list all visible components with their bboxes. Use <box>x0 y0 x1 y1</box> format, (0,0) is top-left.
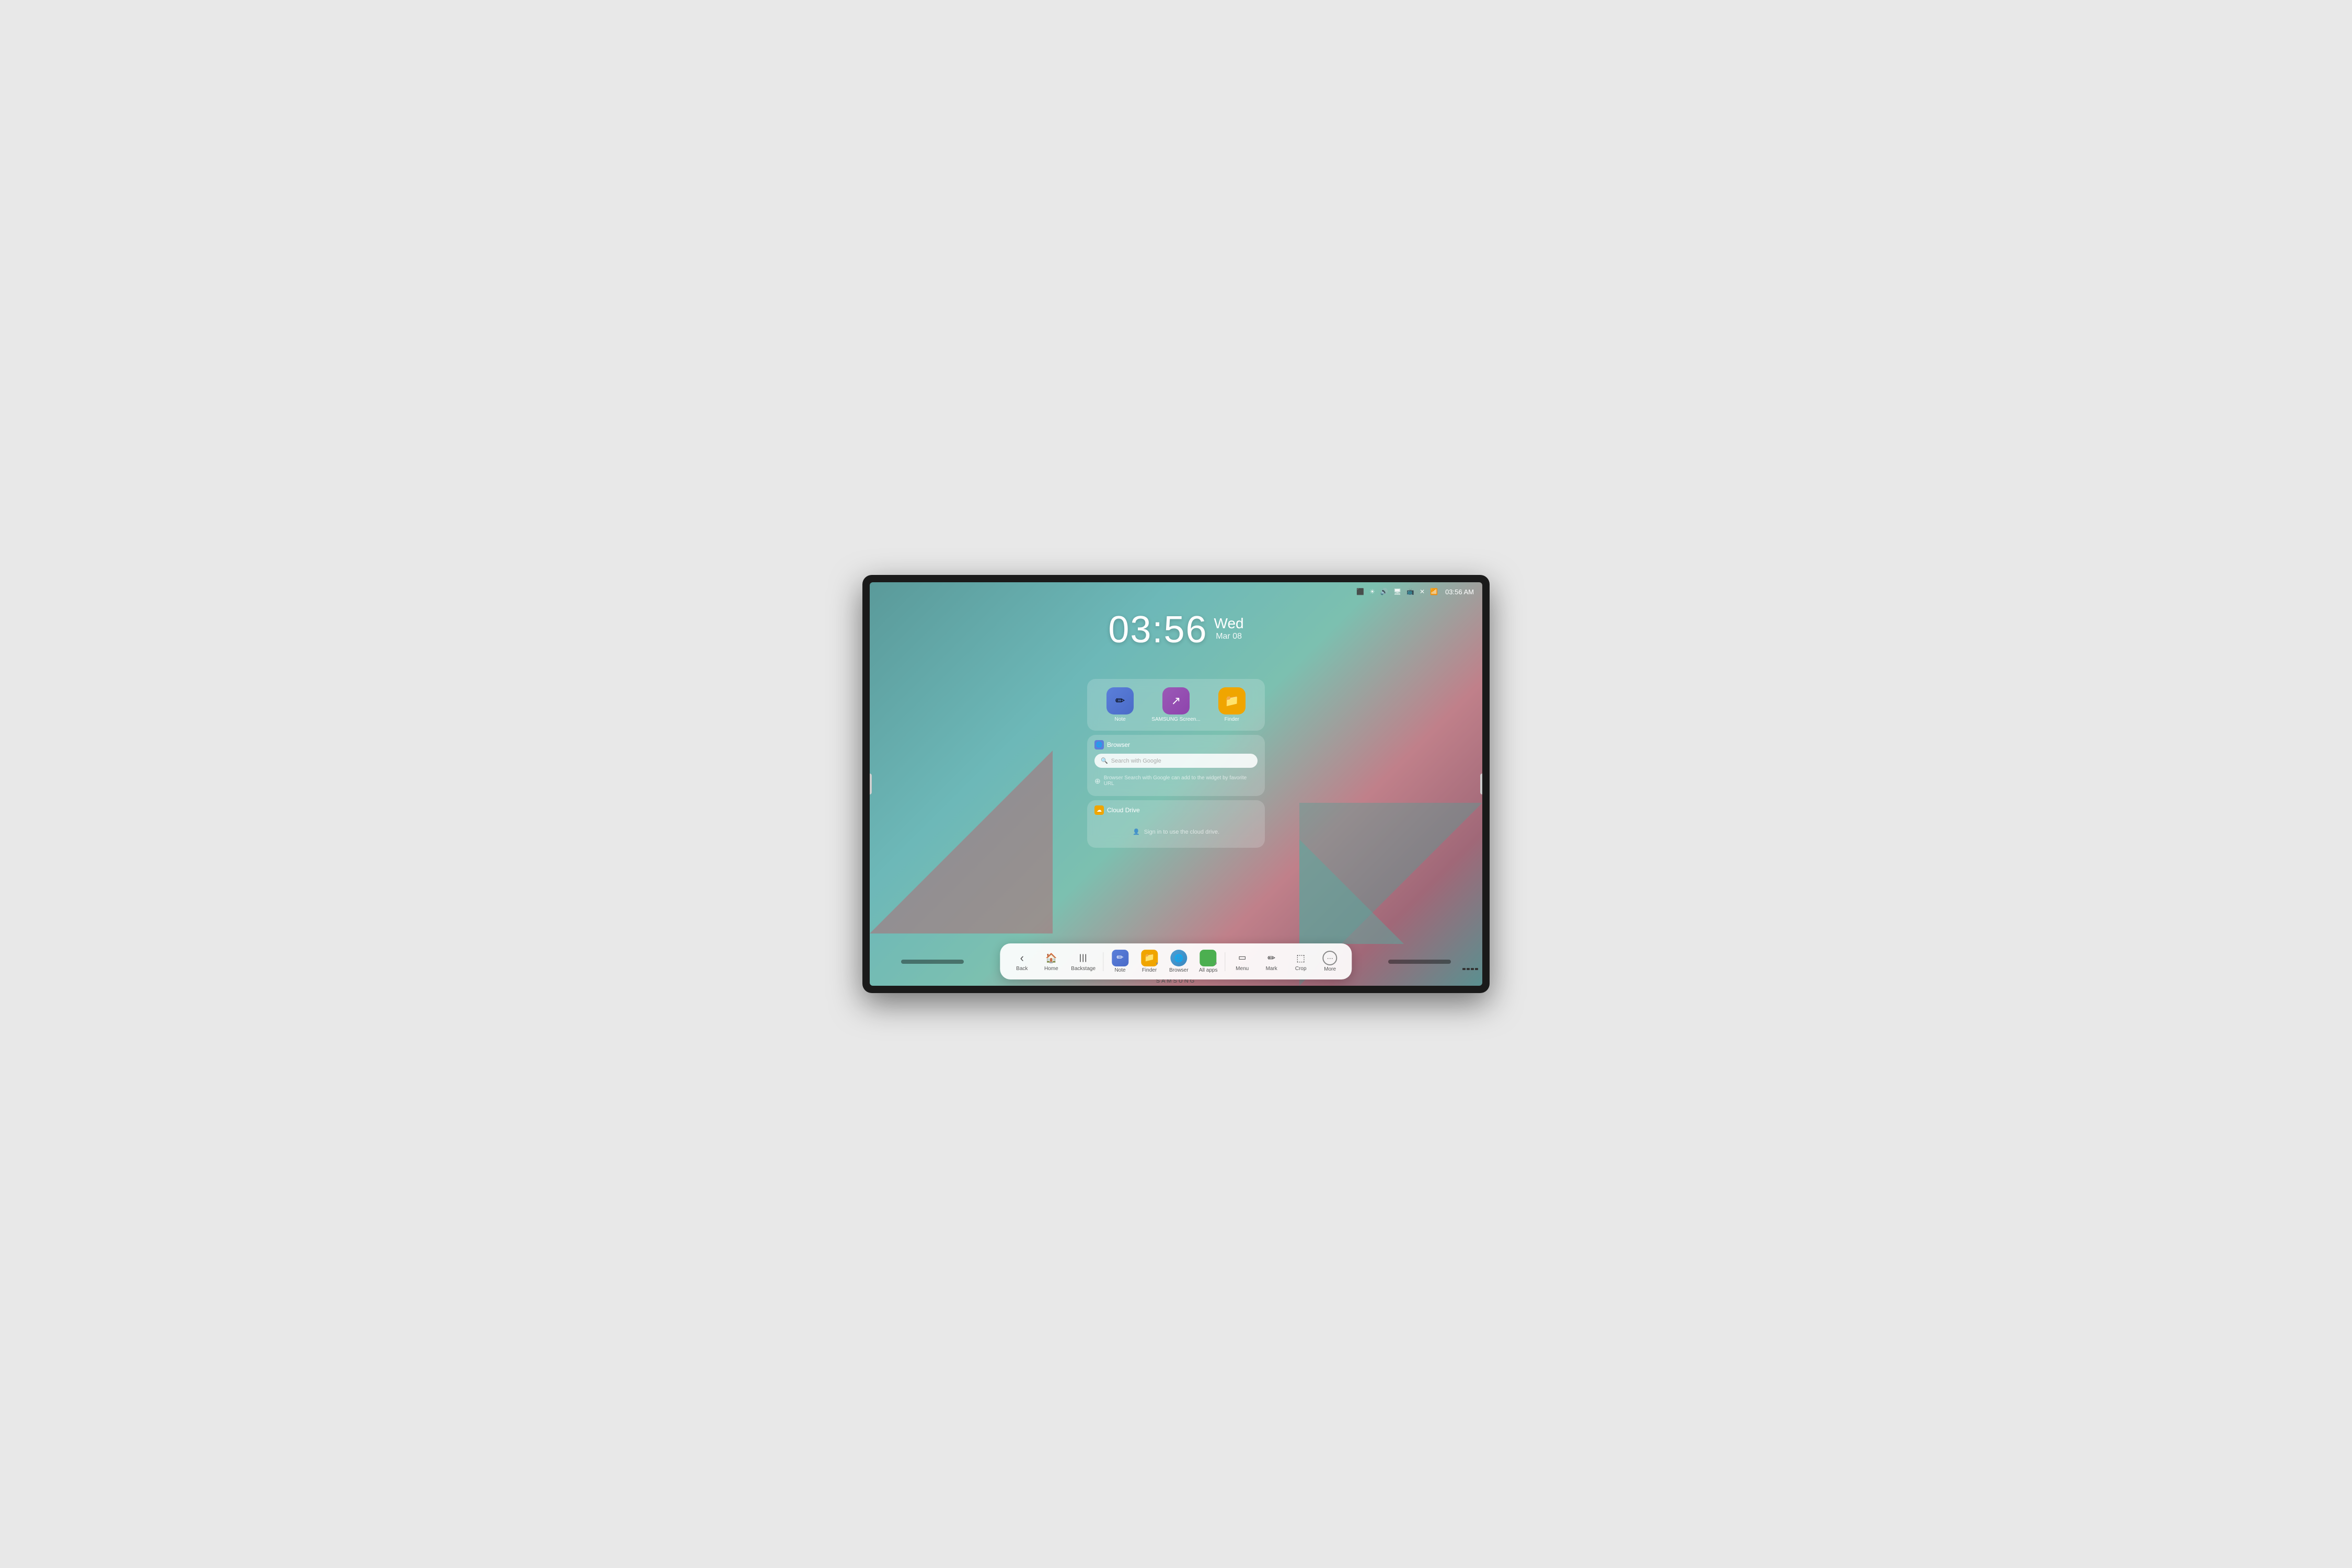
taskbar-more[interactable]: ··· More <box>1317 949 1344 974</box>
side-handle-left <box>870 774 872 794</box>
speaker-right <box>1388 960 1451 964</box>
taskbar-allapps[interactable]: ▼ All apps <box>1195 948 1222 975</box>
port-2 <box>1467 968 1470 970</box>
taskbar-crop[interactable]: ⬚ Crop <box>1287 949 1315 974</box>
port-3 <box>1471 968 1474 970</box>
app-samsung-screen[interactable]: ↗ SAMSUNG Screen... <box>1151 687 1200 722</box>
person-icon: 👤 <box>1133 828 1140 835</box>
ports-area <box>1462 968 1478 970</box>
back-icon: ‹ <box>1020 951 1024 965</box>
samsung-screen-icon: ↗ <box>1162 687 1190 714</box>
cloud-signin-text: Sign in to use the cloud drive. <box>1144 829 1219 835</box>
taskbar-menu[interactable]: ▭ Menu <box>1229 949 1256 974</box>
mark-taskbar-label: Mark <box>1266 966 1277 972</box>
network-blocked-icon[interactable]: ✕ <box>1420 588 1425 595</box>
app-finder[interactable]: 📁 Finder <box>1218 687 1246 722</box>
app-note[interactable]: ✏ Note <box>1106 687 1134 722</box>
cloud-widget-header: ☁ Cloud Drive <box>1094 805 1258 815</box>
port-4 <box>1475 968 1478 970</box>
taskbar-back[interactable]: ‹ Back <box>1008 949 1035 974</box>
cast-icon[interactable]: 📺 <box>1406 588 1414 595</box>
status-time: 03:56 AM <box>1445 588 1474 596</box>
status-bar: ⬛ ☀ 🔊 🖥 📺 ✕ 📶 03:56 AM <box>870 582 1482 601</box>
finder-taskbar-label: Finder <box>1142 967 1157 973</box>
tv-screen: ⬛ ☀ 🔊 🖥 📺 ✕ 📶 03:56 AM 03:56 Wed Mar 08 … <box>870 582 1482 986</box>
browser-taskbar-icon: 🌐 <box>1170 950 1187 966</box>
browser-search-bar[interactable]: 🔍 Search with Google <box>1094 754 1258 768</box>
crop-taskbar-label: Crop <box>1295 966 1307 972</box>
finder-dropdown-arrow: ▼ <box>1155 962 1159 966</box>
browser-hint-text: Browser Search with Google can add to th… <box>1104 775 1258 787</box>
browser-widget: 🌐 Browser 🔍 Search with Google ⊕ Browser… <box>1087 735 1265 796</box>
brightness-icon[interactable]: ☀ <box>1369 588 1375 595</box>
browser-widget-icon: 🌐 <box>1094 740 1104 750</box>
note-app-label: Note <box>1115 717 1126 722</box>
speaker-left <box>901 960 964 964</box>
search-placeholder: Search with Google <box>1111 758 1161 764</box>
tv-display: ⬛ ☀ 🔊 🖥 📺 ✕ 📶 03:56 AM 03:56 Wed Mar 08 … <box>862 575 1490 993</box>
browser-widget-title: Browser <box>1107 741 1130 748</box>
finder-app-label: Finder <box>1225 717 1239 722</box>
backstage-label: Backstage <box>1071 966 1096 972</box>
taskbar-browser[interactable]: 🌐 Browser <box>1165 948 1193 975</box>
taskbar: ‹ Back 🏠 Home ||| Backstage ✏ Note 📁 <box>1000 943 1352 979</box>
display-icon[interactable]: 🖥 <box>1393 588 1401 595</box>
more-taskbar-icon: ··· <box>1323 951 1338 965</box>
note-taskbar-label: Note <box>1114 967 1125 973</box>
samsung-screen-label: SAMSUNG Screen... <box>1151 717 1200 722</box>
taskbar-finder[interactable]: 📁 ▼ Finder <box>1136 948 1163 975</box>
backstage-icon: ||| <box>1079 951 1087 965</box>
home-icon: 🏠 <box>1045 951 1057 965</box>
taskbar-note[interactable]: ✏ Note <box>1106 948 1134 975</box>
browser-hint: ⊕ Browser Search with Google can add to … <box>1094 773 1258 789</box>
mark-taskbar-icon: ✏ <box>1267 951 1275 965</box>
cloud-widget-title: Cloud Drive <box>1107 806 1140 814</box>
crop-taskbar-icon: ⬚ <box>1296 951 1305 965</box>
more-taskbar-label: More <box>1324 966 1336 972</box>
taskbar-home[interactable]: 🏠 Home <box>1037 949 1065 974</box>
browser-taskbar-label: Browser <box>1169 967 1189 973</box>
menu-taskbar-label: Menu <box>1236 966 1249 972</box>
allapps-dropdown-arrow: ▼ <box>1214 962 1218 966</box>
screen-mirror-icon[interactable]: ⬛ <box>1356 588 1364 595</box>
menu-taskbar-icon: ▭ <box>1238 951 1246 965</box>
clock-date: Wed Mar 08 <box>1214 611 1244 641</box>
clock-month-date: Mar 08 <box>1214 632 1244 641</box>
widget-area: ✏ Note ↗ SAMSUNG Screen... 📁 Finder 🌐 Br… <box>1087 679 1265 848</box>
note-taskbar-icon: ✏ <box>1112 950 1128 966</box>
taskbar-mark[interactable]: ✏ Mark <box>1258 949 1285 974</box>
finder-app-icon: 📁 <box>1218 687 1246 714</box>
cloud-signin-area[interactable]: 👤 Sign in to use the cloud drive. <box>1094 819 1258 837</box>
cloud-drive-widget: ☁ Cloud Drive 👤 Sign in to use the cloud… <box>1087 800 1265 848</box>
wifi-icon[interactable]: 📶 <box>1430 588 1438 595</box>
volume-icon[interactable]: 🔊 <box>1380 588 1388 595</box>
clock-time: 03:56 <box>1108 611 1207 649</box>
note-app-icon: ✏ <box>1106 687 1134 714</box>
apps-widget: ✏ Note ↗ SAMSUNG Screen... 📁 Finder <box>1087 679 1265 731</box>
taskbar-divider-2 <box>1225 952 1226 971</box>
add-hint-icon: ⊕ <box>1094 777 1101 786</box>
clock-widget: 03:56 Wed Mar 08 <box>1108 611 1243 649</box>
cloud-widget-icon: ☁ <box>1094 805 1104 815</box>
browser-widget-header: 🌐 Browser <box>1094 740 1258 750</box>
side-handle-right <box>1480 774 1482 794</box>
back-label: Back <box>1016 966 1028 972</box>
port-1 <box>1462 968 1466 970</box>
home-label: Home <box>1044 966 1058 972</box>
allapps-taskbar-label: All apps <box>1199 967 1218 973</box>
bg-decoration-3 <box>1299 839 1404 944</box>
clock-day: Wed <box>1214 615 1244 632</box>
bg-decoration-1 <box>870 751 1053 933</box>
taskbar-backstage[interactable]: ||| Backstage <box>1067 949 1100 974</box>
search-magnifier-icon: 🔍 <box>1101 757 1108 764</box>
